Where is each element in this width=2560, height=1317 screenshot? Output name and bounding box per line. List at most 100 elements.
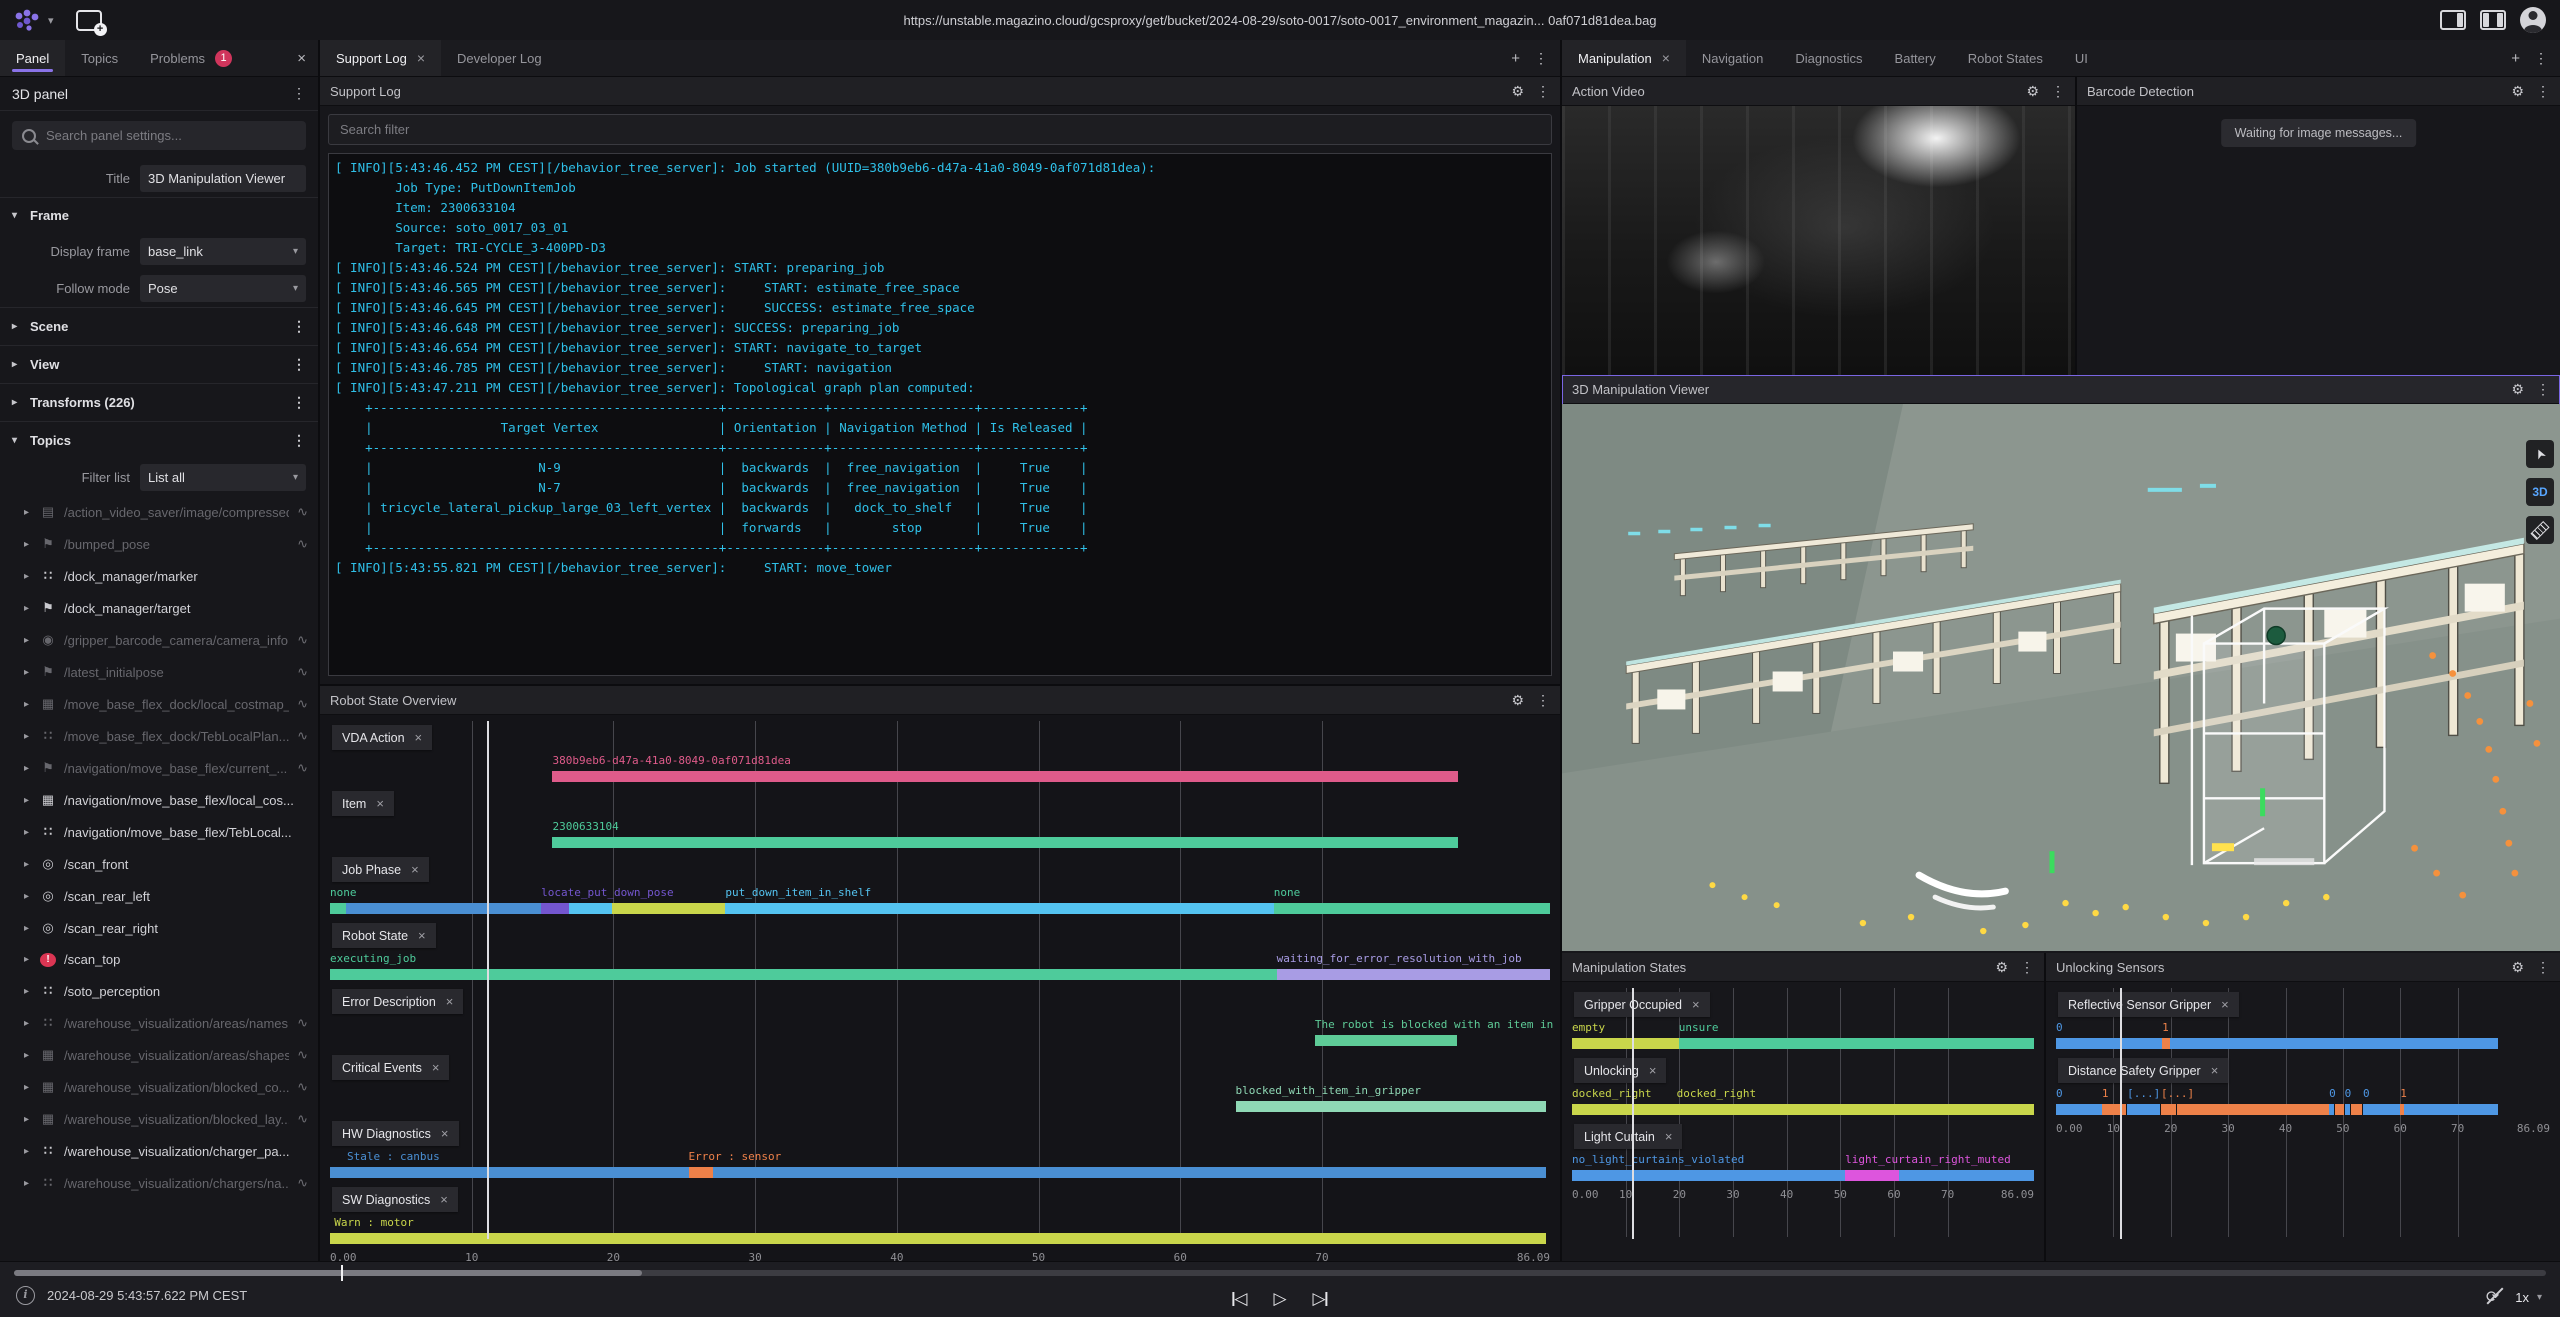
tab[interactable]: Topics xyxy=(65,40,134,76)
log-filter[interactable] xyxy=(328,114,1552,145)
timeline-scrubber[interactable] xyxy=(14,1270,2546,1276)
section-menu-button[interactable] xyxy=(292,318,306,335)
section-frame[interactable]: ▾ Frame xyxy=(0,197,318,233)
play-button[interactable]: ▷ xyxy=(1273,1290,1286,1307)
tab[interactable]: Battery xyxy=(1879,40,1952,76)
caret-right-icon[interactable]: ▸ xyxy=(24,1178,32,1189)
topic-row[interactable]: ▸ /move_base_flex_dock/TebLocalPlan... ∿ xyxy=(0,720,318,752)
topic-row[interactable]: ▸ /scan_rear_left ∿ xyxy=(0,880,318,912)
user-avatar[interactable] xyxy=(2520,7,2546,33)
caret-right-icon[interactable]: ▸ xyxy=(24,859,32,870)
caret-right-icon[interactable]: ▸ xyxy=(24,1082,32,1093)
layout-split-toggle-icon[interactable] xyxy=(2480,10,2506,30)
pointer-tool-button[interactable]: ➤ xyxy=(2526,440,2554,468)
gear-icon[interactable] xyxy=(2511,959,2524,976)
panel-menu-button[interactable] xyxy=(292,85,306,102)
remove-series-icon[interactable]: × xyxy=(1665,1129,1673,1144)
section-topics[interactable]: ▾ Topics xyxy=(0,421,318,459)
gear-icon[interactable] xyxy=(2026,83,2039,100)
right-sidebar-toggle-icon[interactable] xyxy=(2440,10,2466,30)
topic-row[interactable]: ▸ /gripper_barcode_camera/camera_info ∿ xyxy=(0,624,318,656)
series-chip[interactable]: VDA Action× xyxy=(332,725,432,750)
topic-row[interactable]: ▸ /warehouse_visualization/areas/names ∿ xyxy=(0,1007,318,1039)
playback-speed-select[interactable]: 1x▾ xyxy=(2515,1290,2542,1305)
caret-right-icon[interactable]: ▸ xyxy=(24,763,32,774)
info-icon[interactable]: i xyxy=(16,1286,35,1305)
follow-mode-select[interactable]: Pose▾ xyxy=(140,275,306,302)
kebab-icon[interactable] xyxy=(2536,959,2550,976)
kebab-icon[interactable] xyxy=(2020,959,2034,976)
topic-row[interactable]: ▸ /soto_perception ∿ xyxy=(0,975,318,1007)
tab[interactable]: Panel xyxy=(0,40,65,76)
sidebar-section[interactable]: ▸ Scene xyxy=(0,307,318,345)
title-field-input[interactable]: 3D Manipulation Viewer xyxy=(140,165,306,192)
caret-right-icon[interactable]: ▸ xyxy=(24,635,32,646)
series-chip[interactable]: Unlocking× xyxy=(1574,1058,1666,1083)
tab-menu-button[interactable] xyxy=(2534,50,2548,67)
tab[interactable]: Diagnostics xyxy=(1779,40,1878,76)
gear-icon[interactable] xyxy=(2511,83,2524,100)
remove-series-icon[interactable]: × xyxy=(418,928,426,943)
caret-down-icon[interactable]: ▾ xyxy=(12,210,22,221)
series-chip[interactable]: Distance Safety Gripper× xyxy=(2058,1058,2228,1083)
search-input[interactable] xyxy=(44,127,296,144)
topic-row[interactable]: ▸ /warehouse_visualization/chargers/na..… xyxy=(0,1167,318,1199)
series-chip[interactable]: Error Description× xyxy=(332,989,463,1014)
series-chip[interactable]: HW Diagnostics× xyxy=(332,1121,459,1146)
remove-series-icon[interactable]: × xyxy=(2221,997,2229,1012)
tab[interactable]: UI xyxy=(2059,40,2104,76)
manipulation-states-chart[interactable]: Gripper Occupied×emptyunsureUnlocking×do… xyxy=(1562,982,2044,1261)
topic-row[interactable]: ▸ /scan_rear_right ∿ xyxy=(0,912,318,944)
sidebar-section[interactable]: ▸ Transforms (226) xyxy=(0,383,318,421)
remove-series-icon[interactable]: × xyxy=(432,1060,440,1075)
tab[interactable]: Support Log× xyxy=(320,40,441,76)
sidebar-close-button[interactable]: × xyxy=(297,51,306,66)
topic-row[interactable]: ▸ /warehouse_visualization/blocked_co...… xyxy=(0,1071,318,1103)
section-menu-button[interactable] xyxy=(292,394,306,411)
series-chip[interactable]: Robot State× xyxy=(332,923,436,948)
remove-series-icon[interactable]: × xyxy=(376,796,384,811)
series-chip[interactable]: Reflective Sensor Gripper× xyxy=(2058,992,2239,1017)
caret-right-icon[interactable]: ▸ xyxy=(24,1018,32,1029)
topic-row[interactable]: ▸ /navigation/move_base_flex/local_cos..… xyxy=(0,784,318,816)
series-chip[interactable]: Light Curtain× xyxy=(1574,1124,1682,1149)
log-filter-input[interactable] xyxy=(338,121,1546,138)
topic-row[interactable]: ▸ /scan_top ∿ xyxy=(0,944,318,975)
caret-right-icon[interactable]: ▸ xyxy=(12,397,22,408)
section-menu-button[interactable] xyxy=(292,356,306,373)
unlocking-sensors-chart[interactable]: Reflective Sensor Gripper×01Distance Saf… xyxy=(2046,982,2560,1261)
remove-series-icon[interactable]: × xyxy=(411,862,419,877)
kebab-icon[interactable] xyxy=(2051,83,2065,100)
caret-right-icon[interactable]: ▸ xyxy=(24,923,32,934)
chart-playhead[interactable] xyxy=(2120,988,2122,1239)
seek-forward-button[interactable]: ▷ xyxy=(1313,1290,1328,1307)
topic-row[interactable]: ▸ /navigation/move_base_flex/current_...… xyxy=(0,752,318,784)
tab[interactable]: Problems1 xyxy=(134,40,248,76)
tab[interactable]: Developer Log xyxy=(441,40,558,76)
chevron-down-icon[interactable]: ▾ xyxy=(48,14,54,27)
topic-row[interactable]: ▸ /action_video_saver/image/compressed ∿ xyxy=(0,496,318,528)
remove-series-icon[interactable]: × xyxy=(441,1126,449,1141)
caret-right-icon[interactable]: ▸ xyxy=(24,699,32,710)
caret-right-icon[interactable]: ▸ xyxy=(12,321,22,332)
topic-row[interactable]: ▸ /warehouse_visualization/blocked_lay..… xyxy=(0,1103,318,1135)
caret-right-icon[interactable]: ▸ xyxy=(24,667,32,678)
caret-right-icon[interactable]: ▸ xyxy=(24,1146,32,1157)
chart-playhead[interactable] xyxy=(487,721,489,1239)
filter-list-select[interactable]: List all▾ xyxy=(140,464,306,491)
measure-tool-button[interactable] xyxy=(2526,516,2554,544)
caret-right-icon[interactable]: ▸ xyxy=(24,507,32,518)
series-chip[interactable]: Gripper Occupied× xyxy=(1574,992,1710,1017)
remove-series-icon[interactable]: × xyxy=(446,994,454,1009)
remove-series-icon[interactable]: × xyxy=(2211,1063,2219,1078)
gear-icon[interactable] xyxy=(1995,959,2008,976)
kebab-icon[interactable] xyxy=(2536,381,2550,398)
topic-row[interactable]: ▸ /latest_initialpose ∿ xyxy=(0,656,318,688)
robot-state-overview-chart[interactable]: VDA Action×380b9eb6-d47a-41a0-8049-0af07… xyxy=(320,715,1560,1261)
caret-right-icon[interactable]: ▸ xyxy=(24,731,32,742)
add-window-button[interactable] xyxy=(76,10,102,31)
topic-row[interactable]: ▸ /bumped_pose ∿ xyxy=(0,528,318,560)
panel-settings-search[interactable] xyxy=(12,121,306,150)
topic-row[interactable]: ▸ /navigation/move_base_flex/TebLocal...… xyxy=(0,816,318,848)
gear-icon[interactable] xyxy=(1511,692,1524,709)
